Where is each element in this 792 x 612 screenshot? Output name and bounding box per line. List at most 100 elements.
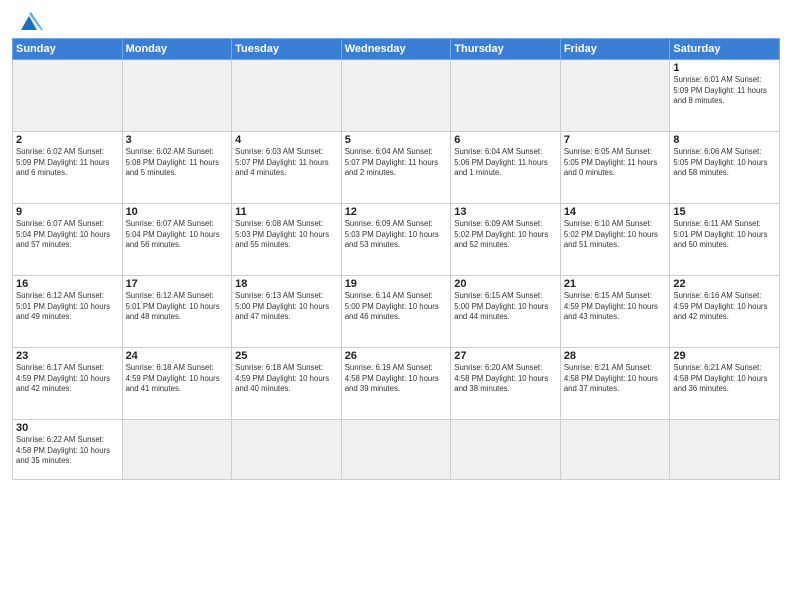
day-number: 10 — [126, 206, 229, 218]
day-info: Sunrise: 6:07 AM Sunset: 5:04 PM Dayligh… — [16, 219, 119, 251]
logo-icon — [15, 10, 43, 32]
day-number: 29 — [673, 350, 776, 362]
calendar-cell: 13Sunrise: 6:09 AM Sunset: 5:02 PM Dayli… — [451, 204, 561, 276]
calendar-cell — [451, 60, 561, 132]
day-info: Sunrise: 6:14 AM Sunset: 5:00 PM Dayligh… — [345, 291, 448, 323]
calendar-cell: 9Sunrise: 6:07 AM Sunset: 5:04 PM Daylig… — [13, 204, 123, 276]
calendar-cell: 15Sunrise: 6:11 AM Sunset: 5:01 PM Dayli… — [670, 204, 780, 276]
day-info: Sunrise: 6:18 AM Sunset: 4:59 PM Dayligh… — [126, 363, 229, 395]
day-info: Sunrise: 6:09 AM Sunset: 5:03 PM Dayligh… — [345, 219, 448, 251]
day-number: 6 — [454, 134, 557, 146]
calendar-header-sunday: Sunday — [13, 39, 123, 60]
calendar-cell — [670, 420, 780, 480]
day-number: 26 — [345, 350, 448, 362]
day-info: Sunrise: 6:04 AM Sunset: 5:07 PM Dayligh… — [345, 147, 448, 179]
day-number: 4 — [235, 134, 338, 146]
calendar-cell: 6Sunrise: 6:04 AM Sunset: 5:06 PM Daylig… — [451, 132, 561, 204]
day-info: Sunrise: 6:01 AM Sunset: 5:09 PM Dayligh… — [673, 75, 776, 107]
calendar-cell: 28Sunrise: 6:21 AM Sunset: 4:58 PM Dayli… — [560, 348, 670, 420]
day-info: Sunrise: 6:15 AM Sunset: 5:00 PM Dayligh… — [454, 291, 557, 323]
calendar-cell: 24Sunrise: 6:18 AM Sunset: 4:59 PM Dayli… — [122, 348, 232, 420]
day-number: 8 — [673, 134, 776, 146]
logo — [12, 10, 43, 32]
calendar-cell — [451, 420, 561, 480]
calendar-cell: 1Sunrise: 6:01 AM Sunset: 5:09 PM Daylig… — [670, 60, 780, 132]
day-info: Sunrise: 6:18 AM Sunset: 4:59 PM Dayligh… — [235, 363, 338, 395]
calendar-cell — [232, 60, 342, 132]
calendar-cell — [341, 420, 451, 480]
day-info: Sunrise: 6:02 AM Sunset: 5:08 PM Dayligh… — [126, 147, 229, 179]
day-info: Sunrise: 6:06 AM Sunset: 5:05 PM Dayligh… — [673, 147, 776, 179]
header — [12, 10, 780, 32]
day-info: Sunrise: 6:05 AM Sunset: 5:05 PM Dayligh… — [564, 147, 667, 179]
calendar-cell: 4Sunrise: 6:03 AM Sunset: 5:07 PM Daylig… — [232, 132, 342, 204]
day-number: 5 — [345, 134, 448, 146]
calendar-cell — [122, 420, 232, 480]
day-number: 9 — [16, 206, 119, 218]
calendar-cell — [560, 420, 670, 480]
calendar-cell: 27Sunrise: 6:20 AM Sunset: 4:58 PM Dayli… — [451, 348, 561, 420]
day-number: 16 — [16, 278, 119, 290]
calendar-header-friday: Friday — [560, 39, 670, 60]
calendar-header-thursday: Thursday — [451, 39, 561, 60]
calendar-cell: 29Sunrise: 6:21 AM Sunset: 4:58 PM Dayli… — [670, 348, 780, 420]
calendar-cell: 23Sunrise: 6:17 AM Sunset: 4:59 PM Dayli… — [13, 348, 123, 420]
calendar-cell — [122, 60, 232, 132]
day-info: Sunrise: 6:21 AM Sunset: 4:58 PM Dayligh… — [673, 363, 776, 395]
day-info: Sunrise: 6:17 AM Sunset: 4:59 PM Dayligh… — [16, 363, 119, 395]
calendar-week-6: 30Sunrise: 6:22 AM Sunset: 4:58 PM Dayli… — [13, 420, 780, 480]
day-number: 12 — [345, 206, 448, 218]
day-number: 22 — [673, 278, 776, 290]
day-number: 17 — [126, 278, 229, 290]
calendar-cell: 18Sunrise: 6:13 AM Sunset: 5:00 PM Dayli… — [232, 276, 342, 348]
calendar-cell: 30Sunrise: 6:22 AM Sunset: 4:58 PM Dayli… — [13, 420, 123, 480]
day-info: Sunrise: 6:04 AM Sunset: 5:06 PM Dayligh… — [454, 147, 557, 179]
calendar-cell: 3Sunrise: 6:02 AM Sunset: 5:08 PM Daylig… — [122, 132, 232, 204]
day-number: 14 — [564, 206, 667, 218]
day-info: Sunrise: 6:09 AM Sunset: 5:02 PM Dayligh… — [454, 219, 557, 251]
calendar-header-monday: Monday — [122, 39, 232, 60]
calendar-cell: 14Sunrise: 6:10 AM Sunset: 5:02 PM Dayli… — [560, 204, 670, 276]
day-info: Sunrise: 6:20 AM Sunset: 4:58 PM Dayligh… — [454, 363, 557, 395]
day-info: Sunrise: 6:03 AM Sunset: 5:07 PM Dayligh… — [235, 147, 338, 179]
calendar-cell: 19Sunrise: 6:14 AM Sunset: 5:00 PM Dayli… — [341, 276, 451, 348]
calendar-cell: 16Sunrise: 6:12 AM Sunset: 5:01 PM Dayli… — [13, 276, 123, 348]
calendar-cell: 5Sunrise: 6:04 AM Sunset: 5:07 PM Daylig… — [341, 132, 451, 204]
calendar-cell — [13, 60, 123, 132]
day-number: 7 — [564, 134, 667, 146]
day-number: 15 — [673, 206, 776, 218]
calendar-cell: 12Sunrise: 6:09 AM Sunset: 5:03 PM Dayli… — [341, 204, 451, 276]
calendar-header-wednesday: Wednesday — [341, 39, 451, 60]
calendar-header-tuesday: Tuesday — [232, 39, 342, 60]
day-info: Sunrise: 6:02 AM Sunset: 5:09 PM Dayligh… — [16, 147, 119, 179]
day-info: Sunrise: 6:12 AM Sunset: 5:01 PM Dayligh… — [16, 291, 119, 323]
calendar-cell: 21Sunrise: 6:15 AM Sunset: 4:59 PM Dayli… — [560, 276, 670, 348]
day-info: Sunrise: 6:19 AM Sunset: 4:58 PM Dayligh… — [345, 363, 448, 395]
page: SundayMondayTuesdayWednesdayThursdayFrid… — [0, 0, 792, 612]
day-info: Sunrise: 6:07 AM Sunset: 5:04 PM Dayligh… — [126, 219, 229, 251]
calendar-week-2: 2Sunrise: 6:02 AM Sunset: 5:09 PM Daylig… — [13, 132, 780, 204]
day-number: 21 — [564, 278, 667, 290]
calendar-cell: 11Sunrise: 6:08 AM Sunset: 5:03 PM Dayli… — [232, 204, 342, 276]
calendar-week-1: 1Sunrise: 6:01 AM Sunset: 5:09 PM Daylig… — [13, 60, 780, 132]
calendar-cell: 10Sunrise: 6:07 AM Sunset: 5:04 PM Dayli… — [122, 204, 232, 276]
day-number: 13 — [454, 206, 557, 218]
day-number: 11 — [235, 206, 338, 218]
day-number: 25 — [235, 350, 338, 362]
day-number: 2 — [16, 134, 119, 146]
calendar-cell — [341, 60, 451, 132]
calendar-cell: 17Sunrise: 6:12 AM Sunset: 5:01 PM Dayli… — [122, 276, 232, 348]
day-number: 19 — [345, 278, 448, 290]
day-number: 20 — [454, 278, 557, 290]
day-number: 18 — [235, 278, 338, 290]
day-info: Sunrise: 6:08 AM Sunset: 5:03 PM Dayligh… — [235, 219, 338, 251]
day-info: Sunrise: 6:10 AM Sunset: 5:02 PM Dayligh… — [564, 219, 667, 251]
day-info: Sunrise: 6:13 AM Sunset: 5:00 PM Dayligh… — [235, 291, 338, 323]
day-number: 23 — [16, 350, 119, 362]
calendar-table: SundayMondayTuesdayWednesdayThursdayFrid… — [12, 38, 780, 480]
day-number: 28 — [564, 350, 667, 362]
calendar-cell: 20Sunrise: 6:15 AM Sunset: 5:00 PM Dayli… — [451, 276, 561, 348]
day-info: Sunrise: 6:11 AM Sunset: 5:01 PM Dayligh… — [673, 219, 776, 251]
calendar-cell: 26Sunrise: 6:19 AM Sunset: 4:58 PM Dayli… — [341, 348, 451, 420]
calendar-cell: 22Sunrise: 6:16 AM Sunset: 4:59 PM Dayli… — [670, 276, 780, 348]
